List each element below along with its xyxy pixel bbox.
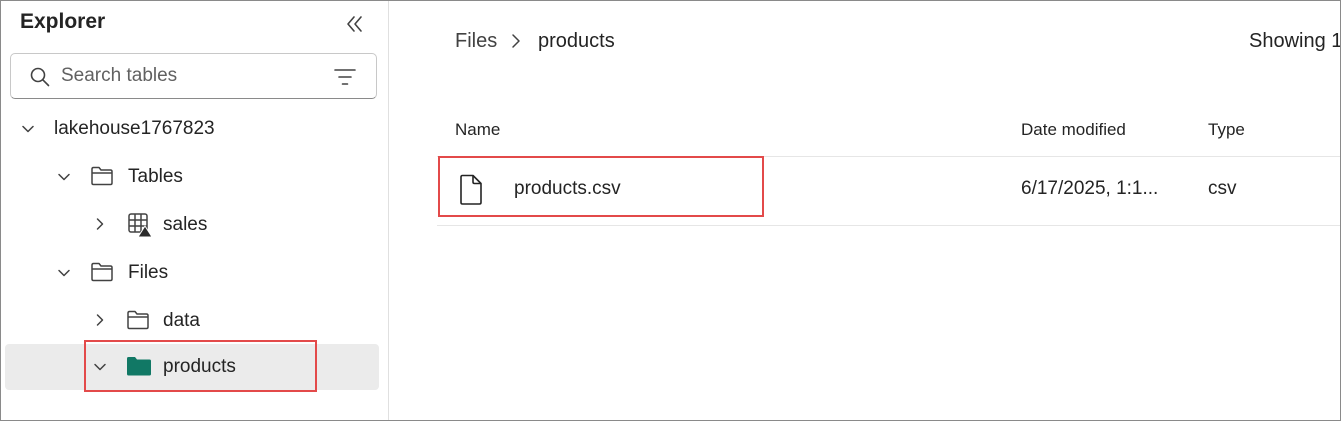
chevron-down-icon[interactable] [21,122,35,136]
chevron-right-icon[interactable] [93,313,107,327]
breadcrumb-current: products [538,30,615,52]
double-chevron-left-icon [347,16,362,32]
folder-icon [91,166,113,186]
column-header-name[interactable]: Name [455,120,500,140]
explorer-panel: Explorer lakehouse1767823 [1,1,389,420]
tree-item-tables[interactable]: Tables [1,157,388,197]
chevron-right-icon[interactable] [93,217,107,231]
search-input[interactable] [61,64,321,88]
folder-icon [127,310,149,330]
file-date-modified: 6/17/2025, 1:1... [1021,178,1159,199]
chevron-right-icon [512,34,520,48]
table-icon [128,213,153,238]
chevron-down-icon[interactable] [57,170,71,184]
breadcrumb-files[interactable]: Files [455,30,497,53]
tree-item-label: Files [128,262,169,283]
column-header-date-modified[interactable]: Date modified [1021,120,1126,140]
tree-item-label: sales [163,214,208,235]
search-box [10,53,377,99]
tree-item-label: Tables [128,166,183,187]
row-divider [437,225,1340,226]
tree-item-data[interactable]: data [1,301,388,341]
lakehouse-window: Explorer lakehouse1767823 [0,0,1341,421]
tree-item-sales[interactable]: sales [1,205,388,245]
file-type: csv [1208,178,1237,199]
tree-item-label: lakehouse1767823 [54,118,215,139]
explorer-title: Explorer [20,10,106,33]
tree-item-lakehouse[interactable]: lakehouse1767823 [1,109,388,149]
highlight-box-products-csv [438,156,764,217]
collapse-panel-button[interactable] [344,11,366,37]
item-count-text: Showing 1 [1249,30,1341,52]
filter-icon[interactable] [334,68,356,86]
search-icon [30,67,50,87]
chevron-down-icon[interactable] [57,266,71,280]
tree-item-label: data [163,310,200,331]
column-header-type[interactable]: Type [1208,120,1245,140]
highlight-box-products-folder [84,340,317,392]
tree-item-files[interactable]: Files [1,253,388,293]
folder-icon [91,262,113,282]
